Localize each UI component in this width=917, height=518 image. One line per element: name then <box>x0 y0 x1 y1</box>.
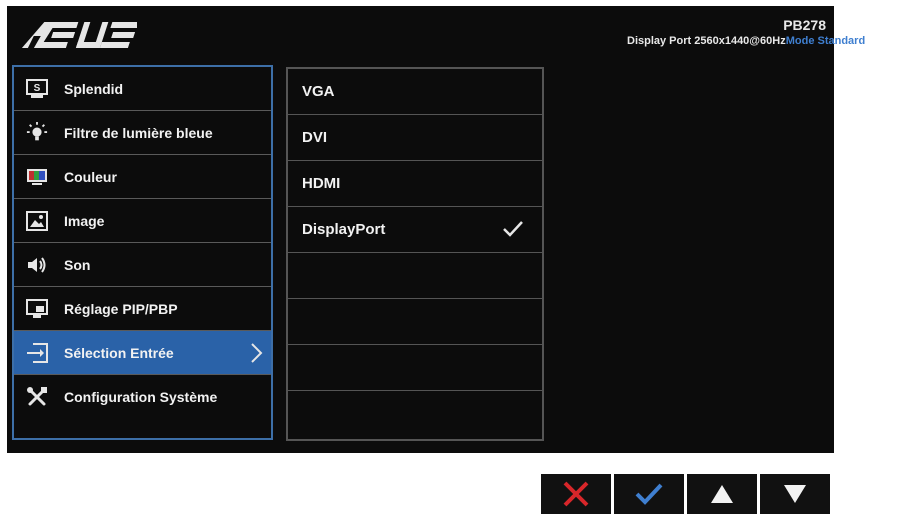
tools-icon <box>26 386 48 408</box>
submenu-item-empty <box>288 345 542 391</box>
submenu-item-label: HDMI <box>302 175 341 192</box>
menu-item-image[interactable]: Image <box>14 199 271 243</box>
menu-item-pip-pbp[interactable]: Réglage PIP/PBP <box>14 287 271 331</box>
color-icon <box>26 166 48 188</box>
menu-item-blue-light-filter[interactable]: Filtre de lumière bleue <box>14 111 271 155</box>
submenu-item-label: DisplayPort <box>302 221 386 238</box>
menu-item-label: Réglage PIP/PBP <box>64 300 178 317</box>
main-menu: S Splendid Filtre de lumière bleue Coule… <box>12 65 273 440</box>
input-submenu: VGA DVI HDMI DisplayPort <box>286 67 544 441</box>
submenu-item-empty <box>288 253 542 299</box>
input-info: Display Port 2560x1440@60Hz <box>627 35 786 47</box>
menu-item-label: Sélection Entrée <box>64 344 174 361</box>
speaker-icon <box>26 254 48 276</box>
checkmark-icon <box>503 221 523 237</box>
osd-header: PB278 Display Port 2560x1440@60HzMode St… <box>7 6 865 62</box>
menu-item-label: Image <box>64 212 105 229</box>
osd-window: PB278 Display Port 2560x1440@60HzMode St… <box>7 6 865 453</box>
input-status: Display Port 2560x1440@60HzMode Standard <box>627 35 865 48</box>
confirm-button[interactable] <box>614 474 684 514</box>
model-name: PB278 <box>783 17 826 33</box>
down-button[interactable] <box>760 474 830 514</box>
menu-item-label: Splendid <box>64 80 124 97</box>
asus-logo <box>21 22 137 48</box>
pip-icon <box>26 298 48 320</box>
triangle-down-icon <box>784 485 806 503</box>
menu-item-label: Son <box>64 256 91 273</box>
menu-item-label: Couleur <box>64 168 117 185</box>
menu-item-sound[interactable]: Son <box>14 243 271 287</box>
up-button[interactable] <box>687 474 757 514</box>
submenu-item-label: VGA <box>302 83 335 100</box>
menu-item-label: Filtre de lumière bleue <box>64 124 213 141</box>
submenu-item-dvi[interactable]: DVI <box>288 115 542 161</box>
close-button[interactable] <box>541 474 611 514</box>
svg-text:S: S <box>34 83 41 94</box>
submenu-item-vga[interactable]: VGA <box>288 69 542 115</box>
checkmark-icon <box>635 483 663 505</box>
close-x-icon <box>563 481 589 507</box>
submenu-item-displayport[interactable]: DisplayPort <box>288 207 542 253</box>
osd-nav-buttons <box>541 474 830 514</box>
submenu-item-hdmi[interactable]: HDMI <box>288 161 542 207</box>
submenu-item-empty <box>288 299 542 345</box>
triangle-up-icon <box>711 485 733 503</box>
image-icon <box>26 210 48 232</box>
menu-item-color[interactable]: Couleur <box>14 155 271 199</box>
menu-item-label: Configuration Système <box>64 389 218 405</box>
menu-item-system-setup[interactable]: Configuration Système <box>14 375 271 419</box>
menu-item-splendid[interactable]: S Splendid <box>14 67 271 111</box>
splendid-icon: S <box>26 78 48 100</box>
input-select-icon <box>26 342 48 364</box>
blue-light-icon <box>26 121 48 144</box>
mode-info: Mode Standard <box>785 35 866 47</box>
chevron-right-icon <box>251 343 263 363</box>
menu-item-input-select[interactable]: Sélection Entrée <box>14 331 271 375</box>
submenu-item-label: DVI <box>302 129 328 146</box>
submenu-item-empty <box>288 391 542 437</box>
